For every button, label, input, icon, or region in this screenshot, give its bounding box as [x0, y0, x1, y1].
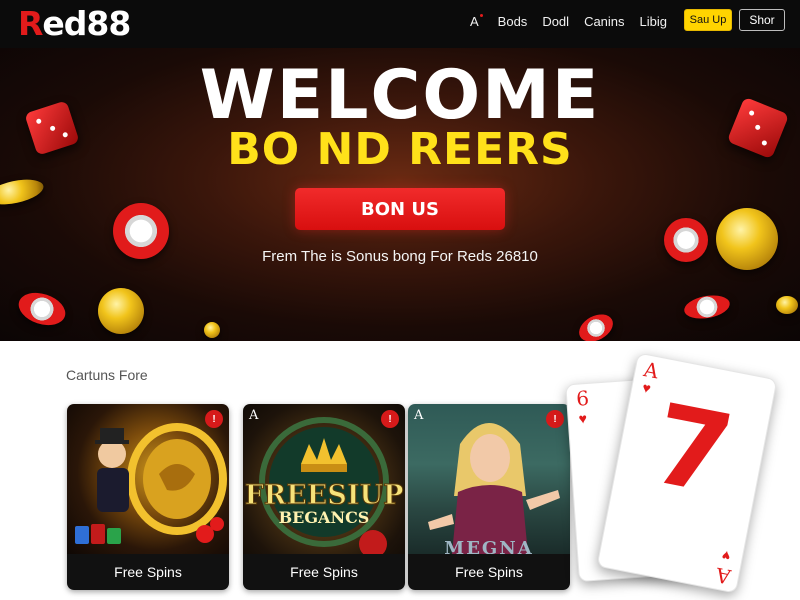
card-big-number: 7: [642, 379, 743, 520]
section-title: Cartuns Fore: [66, 367, 148, 383]
poker-chip-icon: [14, 287, 70, 331]
game-card-2[interactable]: A ! FREESIUP BEGANCS Free Spins: [243, 404, 405, 590]
top-nav: Red88 A Bods Dodl Canins Libig Sau Up Sh…: [0, 0, 800, 48]
game-card-label: Free Spins: [67, 554, 229, 590]
logo-red-part: R: [18, 4, 43, 43]
golden-emblem-icon: [75, 423, 227, 544]
hero-banner: WELCOME BO ND REERS BON US Frem The is S…: [0, 48, 800, 341]
game-card-art: [408, 404, 570, 554]
gold-coin-icon: [776, 296, 798, 314]
nav-link-4[interactable]: Canins: [584, 14, 624, 29]
alert-badge: !: [546, 410, 564, 428]
game-card-label: Free Spins: [408, 554, 570, 590]
card-corner-label: A: [249, 408, 259, 423]
notification-dot-icon: [479, 14, 483, 17]
card-rank-label-bottom: A: [713, 562, 733, 589]
gold-coin-icon: [98, 288, 144, 334]
bonus-button[interactable]: BON US: [295, 188, 505, 230]
crown-emblem-icon: [259, 417, 389, 558]
gold-coin-icon: [204, 322, 220, 338]
game-banner-title: FREESIUP: [244, 480, 404, 512]
logo-white-part: ed88: [42, 4, 131, 43]
game-banner-subtitle: BEGANCS: [278, 508, 370, 527]
character-portrait-icon: [428, 423, 560, 554]
heart-icon: ♥: [720, 547, 732, 565]
hero-subtitle: BO ND REERS: [227, 124, 573, 175]
poker-chip-icon: [574, 308, 618, 341]
hero-note: Frem The is Sonus bong For Reds 26810: [262, 248, 538, 265]
heart-icon: ♥: [578, 410, 588, 427]
gold-coin-icon: [0, 175, 46, 209]
nav-link-5[interactable]: Libig: [640, 14, 667, 29]
game-card-label: Free Spins: [243, 554, 405, 590]
alert-badge: !: [205, 410, 223, 428]
card-corner-label: A: [414, 408, 424, 423]
game-card-art: [67, 404, 229, 554]
nav-link-1[interactable]: A: [470, 14, 483, 29]
nav-link-1-label: A: [470, 14, 479, 29]
brand-logo[interactable]: Red88: [18, 4, 131, 43]
signup-button[interactable]: Sau Up: [684, 9, 732, 31]
show-button[interactable]: Shor: [739, 9, 785, 31]
game-card-1[interactable]: ! Free Spins: [67, 404, 229, 590]
game-card-art: [243, 404, 405, 558]
nav-link-3[interactable]: Dodl: [542, 14, 569, 29]
poker-chip-icon: [682, 292, 732, 322]
nav-links: A Bods Dodl Canins Libig: [470, 14, 682, 29]
card-rank-label: 6: [575, 385, 590, 411]
nav-link-2[interactable]: Bods: [498, 14, 528, 29]
alert-badge: !: [381, 410, 399, 428]
game-card-3[interactable]: A ! MEGNA Free Spins: [408, 404, 570, 590]
